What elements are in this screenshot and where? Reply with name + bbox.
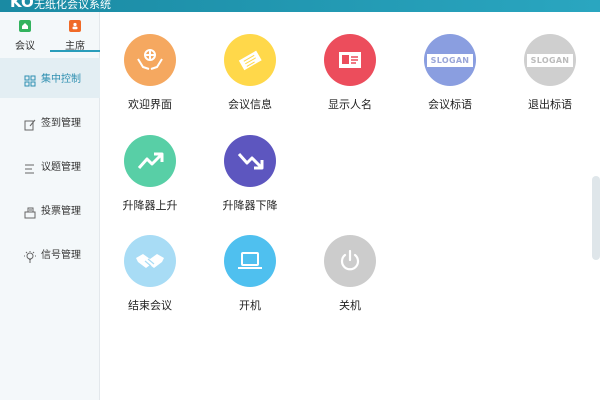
sidebar-item-signal[interactable]: 信号管理 (0, 234, 100, 274)
sidebar-item-central-control[interactable]: 集中控制 (0, 58, 100, 98)
tile-label: 显示人名 (328, 98, 372, 111)
power-off-button[interactable]: 关机 (310, 235, 390, 325)
sidebar-item-voting[interactable]: 投票管理 (0, 190, 100, 230)
grid-icon (24, 72, 36, 87)
trend-up-icon (124, 135, 176, 187)
sidebar-item-topics[interactable]: 议题管理 (0, 146, 100, 186)
home-icon (19, 20, 31, 32)
handshake-icon (124, 235, 176, 287)
tab-chair[interactable]: 主席 (50, 12, 100, 52)
tile-label: 欢迎界面 (128, 98, 172, 111)
meeting-info-button[interactable]: 会议信息 (210, 34, 290, 124)
tab-chair-label: 主席 (65, 41, 85, 52)
welcome-screen-button[interactable]: 欢迎界面 (110, 34, 190, 124)
sidebar: 会议 主席 集中控制 签到管理 议题管理 投票管理 信号管理 (0, 12, 100, 400)
sidebar-item-label: 投票管理 (41, 206, 81, 217)
globe-hands-icon (124, 34, 176, 86)
signal-icon (24, 248, 36, 263)
power-icon (324, 235, 376, 287)
tile-label: 会议信息 (228, 98, 272, 111)
sidebar-item-label: 信号管理 (41, 250, 81, 261)
sidebar-item-label: 签到管理 (41, 118, 81, 129)
lift-up-button[interactable]: 升降器上升 (110, 135, 190, 225)
sidebar-item-sign-in[interactable]: 签到管理 (0, 102, 100, 142)
edit-icon (24, 116, 36, 131)
tile-label: 升降器下降 (222, 199, 278, 212)
title-bar: KO 无纸化会议系统 (0, 0, 600, 12)
slogan-badge: SLOGAN (526, 53, 574, 67)
ticket-icon (224, 34, 276, 86)
laptop-icon (224, 235, 276, 287)
tile-label: 会议标语 (428, 98, 472, 111)
app-title: 无纸化会议系统 (34, 0, 111, 11)
app-logo: KO (10, 0, 34, 11)
trend-down-icon (224, 135, 276, 187)
tile-label: 退出标语 (528, 98, 572, 111)
lift-down-button[interactable]: 升降器下降 (210, 135, 290, 225)
ballot-icon (24, 204, 36, 219)
list-icon (24, 160, 36, 174)
scrollbar-handle[interactable] (592, 176, 600, 260)
tile-label: 结束会议 (128, 299, 172, 312)
slogan-badge: SLOGAN (426, 53, 474, 67)
slogan-icon: SLOGAN (424, 34, 476, 86)
show-names-button[interactable]: 显示人名 (310, 34, 390, 124)
power-on-button[interactable]: 开机 (210, 235, 290, 325)
role-tabs: 会议 主席 (0, 12, 100, 52)
tile-label: 关机 (339, 299, 361, 312)
chair-person-icon (69, 20, 81, 32)
tile-label: 升降器上升 (122, 199, 178, 212)
tab-meeting-label: 会议 (15, 41, 35, 52)
exit-slogan-button[interactable]: SLOGAN 退出标语 (510, 34, 590, 124)
end-meeting-button[interactable]: 结束会议 (110, 235, 190, 325)
tab-meeting[interactable]: 会议 (0, 12, 50, 52)
sidebar-item-label: 集中控制 (41, 74, 81, 85)
tile-label: 开机 (239, 299, 261, 312)
slogan-off-icon: SLOGAN (524, 34, 576, 86)
meeting-slogan-button[interactable]: SLOGAN 会议标语 (410, 34, 490, 124)
sidebar-item-label: 议题管理 (41, 162, 81, 173)
name-card-icon (324, 34, 376, 86)
